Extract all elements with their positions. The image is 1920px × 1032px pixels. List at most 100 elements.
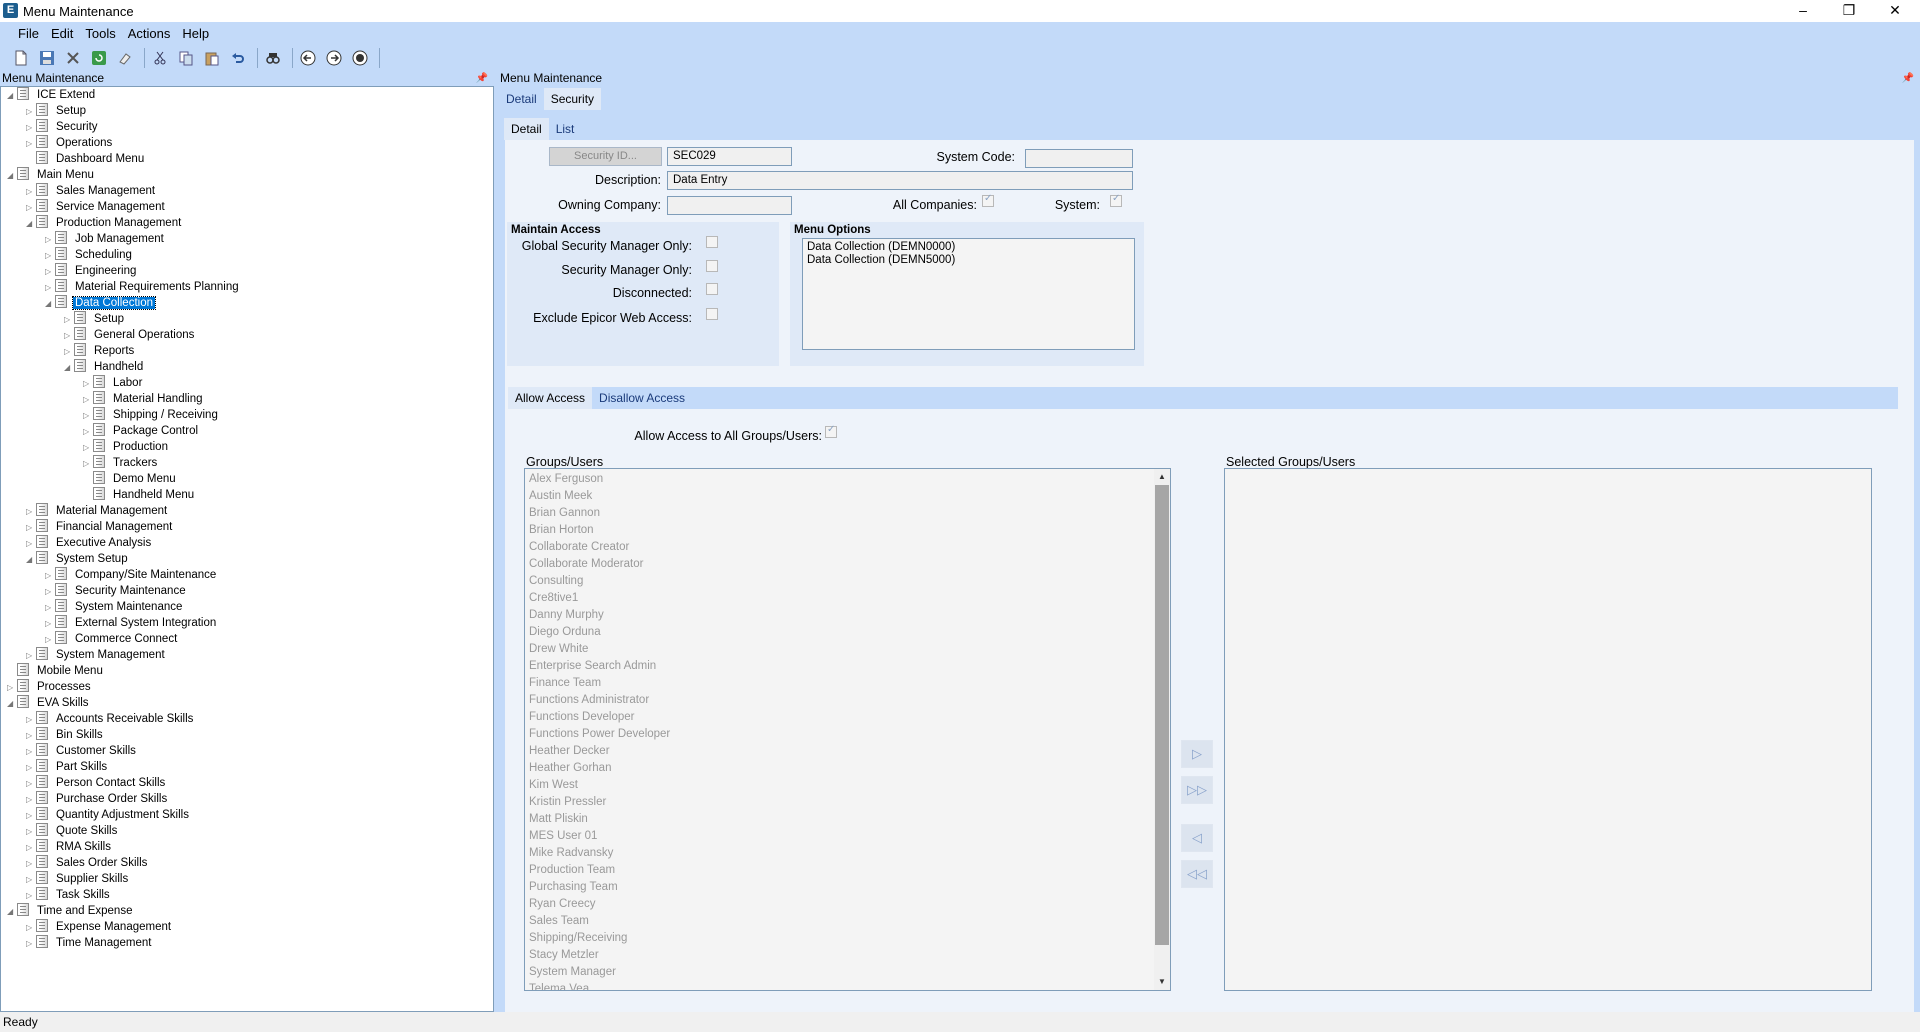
list-item[interactable]: Heather Decker xyxy=(525,743,1170,760)
exclude-epicor-web-access-checkbox[interactable] xyxy=(706,308,718,320)
collapse-icon[interactable]: ◢ xyxy=(64,360,74,376)
expand-icon[interactable]: ▷ xyxy=(45,568,55,584)
list-item[interactable]: Consulting xyxy=(525,573,1170,590)
tree-item[interactable]: ▷ Supplier Skills xyxy=(26,871,130,887)
list-item[interactable]: Purchasing Team xyxy=(525,879,1170,896)
expand-icon[interactable]: ▷ xyxy=(26,856,36,872)
expand-icon[interactable]: ▷ xyxy=(26,840,36,856)
tree-item[interactable]: ▷ Person Contact Skills xyxy=(26,775,167,791)
tree-item[interactable]: ▷ Material Handling xyxy=(83,391,205,407)
owning-company-field[interactable] xyxy=(667,196,792,215)
tab-detail[interactable]: Detail xyxy=(499,88,544,110)
expand-icon[interactable]: ▷ xyxy=(45,232,55,248)
add-selected-button[interactable]: ▷ xyxy=(1181,740,1213,768)
minimize-button[interactable]: – xyxy=(1780,0,1826,22)
tree-item[interactable]: ▷ Security xyxy=(26,119,100,135)
expand-icon[interactable]: ▷ xyxy=(83,376,93,392)
tab-disallow-access[interactable]: Disallow Access xyxy=(592,387,692,409)
expand-icon[interactable]: ▷ xyxy=(45,264,55,280)
system-code-field[interactable] xyxy=(1025,149,1133,168)
pin-icon[interactable]: 📌 xyxy=(476,71,488,86)
tree-item[interactable]: ▷ Setup xyxy=(26,103,88,119)
expand-icon[interactable]: ▷ xyxy=(64,328,74,344)
tree-item[interactable]: ▷ Bin Skills xyxy=(26,727,105,743)
tree-item[interactable]: ◢ Main Menu xyxy=(7,167,96,183)
collapse-icon[interactable]: ◢ xyxy=(7,88,17,104)
expand-icon[interactable]: ▷ xyxy=(26,808,36,824)
list-item[interactable]: Data Collection (DEMN0000) xyxy=(803,241,1134,254)
tree-item[interactable]: ◢ Time and Expense xyxy=(7,903,134,919)
all-companies-checkbox[interactable] xyxy=(982,193,994,207)
menu-tree[interactable]: ◢ ICE Extend ▷ Setup ▷ Security ▷ Operations Das… xyxy=(0,86,494,1012)
expand-icon[interactable]: ▷ xyxy=(26,520,36,536)
search-icon[interactable] xyxy=(262,47,284,69)
tab-sub-detail[interactable]: Detail xyxy=(504,118,549,140)
menu-actions[interactable]: Actions xyxy=(122,22,177,44)
tree-item[interactable]: ▷ RMA Skills xyxy=(26,839,113,855)
list-item[interactable]: Heather Gorhan xyxy=(525,760,1170,777)
list-item[interactable]: Drew White xyxy=(525,641,1170,658)
expand-icon[interactable]: ▷ xyxy=(45,600,55,616)
list-item[interactable]: Austin Meek xyxy=(525,488,1170,505)
tree-item[interactable]: ▷ Scheduling xyxy=(45,247,134,263)
remove-all-button[interactable]: ◁◁ xyxy=(1181,860,1213,888)
scroll-up-icon[interactable]: ▲ xyxy=(1154,469,1170,485)
collapse-icon[interactable]: ◢ xyxy=(7,696,17,712)
tree-item[interactable]: ▷ Operations xyxy=(26,135,114,151)
expand-icon[interactable]: ▷ xyxy=(26,504,36,520)
collapse-icon[interactable]: ◢ xyxy=(45,296,55,312)
allow-all-checkbox[interactable] xyxy=(825,424,837,438)
tree-item[interactable]: ◢ ICE Extend xyxy=(7,87,97,103)
list-item[interactable]: Stacy Metzler xyxy=(525,947,1170,964)
list-item[interactable]: Telema Vea xyxy=(525,981,1170,990)
tree-item[interactable]: ▷ System Management xyxy=(26,647,167,663)
menu-help[interactable]: Help xyxy=(176,22,215,44)
tree-item[interactable]: ▷ Quote Skills xyxy=(26,823,119,839)
expand-icon[interactable]: ▷ xyxy=(26,760,36,776)
tree-item[interactable]: ▷ Production xyxy=(83,439,170,455)
selected-groups-users-list[interactable] xyxy=(1224,468,1872,991)
tree-item[interactable]: ▷ Processes xyxy=(7,679,93,695)
expand-icon[interactable]: ▷ xyxy=(64,344,74,360)
tree-item[interactable]: ▷ Package Control xyxy=(83,423,200,439)
tree-item[interactable]: ▷ Service Management xyxy=(26,199,167,215)
tree-item[interactable]: ▷ Labor xyxy=(83,375,144,391)
list-item[interactable]: Functions Administrator xyxy=(525,692,1170,709)
list-item[interactable]: System Manager xyxy=(525,964,1170,981)
scroll-thumb[interactable] xyxy=(1155,485,1169,945)
tab-allow-access[interactable]: Allow Access xyxy=(508,387,593,409)
menu-edit[interactable]: Edit xyxy=(45,22,79,44)
list-item[interactable]: Functions Developer xyxy=(525,709,1170,726)
new-icon[interactable] xyxy=(10,47,32,69)
list-item[interactable]: Brian Gannon xyxy=(525,505,1170,522)
expand-icon[interactable]: ▷ xyxy=(26,648,36,664)
undo-icon[interactable] xyxy=(227,47,249,69)
expand-icon[interactable]: ▷ xyxy=(45,584,55,600)
list-item[interactable]: Finance Team xyxy=(525,675,1170,692)
scroll-down-icon[interactable]: ▼ xyxy=(1154,974,1170,990)
tree-item[interactable]: ◢ Handheld xyxy=(64,359,145,375)
expand-icon[interactable]: ▷ xyxy=(26,888,36,904)
tree-item[interactable]: ▷ Task Skills xyxy=(26,887,112,903)
tree-item[interactable]: ▷ Reports xyxy=(64,343,136,359)
tree-item[interactable]: ▷ Job Management xyxy=(45,231,166,247)
tree-item[interactable]: ◢ System Setup xyxy=(26,551,130,567)
tree-item[interactable]: ▷ Quantity Adjustment Skills xyxy=(26,807,191,823)
tab-sub-list[interactable]: List xyxy=(549,118,582,140)
list-item[interactable]: Brian Horton xyxy=(525,522,1170,539)
tree-item[interactable]: ▷ Trackers xyxy=(83,455,159,471)
tree-item[interactable]: Handheld Menu xyxy=(83,487,196,503)
delete-icon[interactable] xyxy=(62,47,84,69)
expand-icon[interactable]: ▷ xyxy=(64,312,74,328)
tree-item[interactable]: ▷ Expense Management xyxy=(26,919,173,935)
tree-item[interactable]: ▷ Material Management xyxy=(26,503,169,519)
description-field[interactable]: Data Entry xyxy=(667,171,1133,190)
forward-icon[interactable] xyxy=(323,47,345,69)
global-security-manager-only-checkbox[interactable] xyxy=(706,236,718,248)
refresh-icon[interactable] xyxy=(88,47,110,69)
collapse-icon[interactable]: ◢ xyxy=(26,552,36,568)
menu-tools[interactable]: Tools xyxy=(79,22,121,44)
remove-selected-button[interactable]: ◁ xyxy=(1181,824,1213,852)
expand-icon[interactable]: ▷ xyxy=(26,872,36,888)
expand-icon[interactable]: ▷ xyxy=(26,104,36,120)
